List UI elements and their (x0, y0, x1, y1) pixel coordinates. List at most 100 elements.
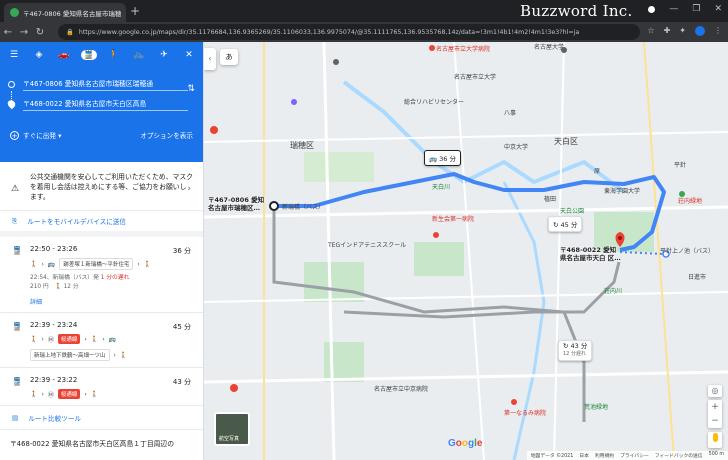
route-time: 22:50 - 23:26 (30, 245, 78, 253)
stop-label[interactable]: 平針上ノ池（バス） (660, 246, 714, 255)
minimize-icon[interactable]: — (669, 4, 678, 14)
route-connector (11, 91, 12, 105)
route-duration: 45 分 (172, 323, 191, 331)
menu-icon[interactable]: ☰ (6, 50, 22, 60)
tab-title: 〒467-0806 愛知県名古屋市瑞穂 (23, 9, 122, 18)
map-label[interactable]: TEGインドアテニススクール (328, 240, 406, 249)
lock-icon: 🔒 (66, 29, 74, 36)
route-option[interactable]: 🚆 22:39 - 23:24 45 分 🚶 › Ⓜ 桜通線 › 🚶 › 🚌 新… (0, 313, 203, 368)
browser-tab[interactable]: 〒467-0806 愛知県名古屋市瑞穂 ✕ (4, 3, 126, 22)
map-label[interactable]: 天白公園 (560, 206, 584, 215)
forward-icon[interactable]: → (16, 27, 32, 38)
avatar[interactable] (695, 26, 705, 36)
ward-label: 瑞穂区 (290, 141, 314, 150)
back-icon[interactable]: ← (0, 27, 16, 38)
zoom-in-button[interactable]: + (708, 400, 722, 414)
close-icon[interactable]: ✕ (125, 8, 126, 17)
satellite-toggle[interactable]: 航空写真 (214, 412, 250, 446)
swap-icon[interactable]: ⇅ (187, 84, 195, 94)
route-steps: 🚶 › Ⓜ 桜通線 › 🚶 (30, 389, 99, 399)
route-time-bubble[interactable]: 🚌 36 分 (424, 150, 462, 166)
route-time-bubble[interactable]: ↻ 45 分 (548, 216, 583, 232)
destination-input[interactable]: 〒468-0022 愛知県名古屋市天白区高島 (23, 98, 188, 111)
train-icon: 🚆 (12, 246, 22, 255)
map-chip-button[interactable]: あ (220, 49, 238, 65)
road (204, 291, 728, 303)
map-label: 天白川 (432, 184, 451, 191)
map-label: 平針 (674, 162, 687, 169)
transit-icon[interactable]: 🚆 (81, 50, 97, 60)
destination-row: 〒468-0022 愛知県名古屋市天白区高島 (6, 94, 188, 114)
train-icon: 🚆 (12, 377, 22, 386)
travel-modes: ☰ ◈ 🚗 🚆 🚶 🚲 ✈ ✕ (6, 50, 197, 60)
warning-icon: ⚠ (11, 184, 20, 194)
map-label[interactable]: 名古屋市立大学病院 (436, 44, 490, 53)
route-option[interactable]: 🚆 22:50 - 23:26 36 分 🚶 › 🚌 跡差塚１新瑞橋〜平針住宅 … (0, 237, 203, 313)
flight-icon[interactable]: ✈ (156, 50, 172, 60)
window-controls: — ❐ ✕ (648, 4, 722, 14)
map-label: 荘内川 (604, 288, 623, 295)
route-steps: 🚶 › 🚌 跡差塚１新瑞橋〜平針住宅 › 🚶 (30, 258, 193, 270)
details-link[interactable]: 詳細 (30, 297, 193, 306)
maximize-icon[interactable]: ❐ (692, 4, 700, 14)
map-label[interactable]: 荒池緑地 (584, 402, 608, 411)
map-label[interactable]: 名古屋大学 (534, 42, 564, 51)
close-window-icon[interactable]: ✕ (714, 4, 722, 14)
leave-now-dropdown[interactable]: + すぐに出発 ▾ (10, 130, 61, 140)
collapse-panel-button[interactable]: ‹ (204, 48, 216, 70)
route-option[interactable]: 🚆 22:39 - 23:22 43 分 🚶 › Ⓜ 桜通線 › 🚶 (0, 368, 203, 406)
extension-icon[interactable]: ✚ (664, 26, 671, 36)
map-label[interactable]: 総合リハビリセンター (404, 97, 464, 106)
compare-tool-row[interactable]: ▤ ルート比較ツール (0, 406, 203, 430)
map-label[interactable]: 第一なるみ病院 (504, 408, 546, 417)
origin-row: 〒467-0806 愛知県名古屋市瑞穂区瑞穂通 (8, 74, 188, 94)
map-label[interactable]: 名古屋市立中京病院 (374, 384, 428, 393)
send-to-device-label: ルートをモバイルデバイスに送信 (27, 218, 126, 226)
menu-dots-icon[interactable]: ⋮ (714, 26, 722, 36)
street-view-pegman-icon[interactable] (708, 432, 722, 448)
zoom-out-button[interactable]: − (708, 414, 722, 428)
poi-marker (429, 45, 435, 51)
origin-input[interactable]: 〒467-0806 愛知県名古屋市瑞穂区瑞穂通 (23, 78, 188, 91)
reload-icon[interactable]: ↻ (32, 27, 48, 38)
road (322, 42, 336, 460)
compare-icon: ▤ (12, 413, 19, 422)
covid-notice[interactable]: ⚠ 公共交通機関を安心してご利用いただくため、マスクを着用し会話は控えめにする等… (0, 162, 203, 211)
record-icon (648, 6, 656, 13)
map-label[interactable]: 荘内緑地 (678, 196, 702, 205)
map-label: 日進市 (688, 274, 707, 281)
best-mode-icon[interactable]: ◈ (31, 50, 47, 60)
map-label[interactable]: 東海学園大学 (604, 186, 640, 195)
river (502, 181, 546, 460)
address-bar[interactable]: 🔒 https://www.google.co.jp/maps/dir/35.1… (58, 24, 640, 40)
route-time-bubble[interactable]: ↻ 43 分 12 分遅れ (558, 340, 593, 361)
route-duration: 43 分 (172, 378, 191, 386)
ward-label: 天白区 (554, 137, 578, 146)
new-tab-button[interactable]: + (130, 4, 140, 18)
route-time: 22:39 - 23:22 (30, 376, 78, 384)
puzzle-icon[interactable]: ✦ (679, 26, 686, 36)
map-label[interactable]: 中京大学 (504, 142, 528, 151)
map-label[interactable]: 新生会第一病院 (432, 214, 474, 223)
walk-icon[interactable]: 🚶 (106, 50, 122, 60)
bus-icon: 🚌 (47, 260, 56, 268)
add-icon: + (10, 131, 19, 140)
bicycle-icon[interactable]: 🚲 (131, 50, 147, 60)
destination-label: 〒468-0022 愛知 県名古屋市天白 区… (560, 246, 621, 262)
route-steps: 🚶 › Ⓜ 桜通線 › 🚶 › 🚌 (30, 334, 117, 344)
map-label[interactable]: 八事 (504, 108, 516, 117)
poi-marker (433, 232, 439, 238)
close-icon[interactable]: ✕ (181, 50, 197, 60)
map-canvas[interactable]: ‹ あ 名古屋市立大学病院 名古屋市立大学 名古屋大学 総合リハビリセンター 瑞… (204, 42, 728, 460)
my-location-icon[interactable]: ◎ (708, 385, 722, 397)
park-area (304, 262, 364, 302)
car-icon[interactable]: 🚗 (56, 50, 72, 60)
send-to-device-row[interactable]: ⎘ ルートをモバイルデバイスに送信 (0, 211, 203, 237)
map-label[interactable]: 名古屋市立大学 (454, 72, 496, 81)
destination-address: 〒468-0022 愛知県名古屋市天白区高島１丁目周辺の (10, 440, 175, 448)
stop-label[interactable]: 新瑞橋（バス） (282, 202, 324, 211)
show-options-button[interactable]: オプションを表示 (140, 130, 193, 140)
star-icon[interactable]: ☆ (647, 26, 654, 36)
map-label: 原 (594, 168, 601, 175)
line-chip: 桜通線 (57, 389, 81, 399)
